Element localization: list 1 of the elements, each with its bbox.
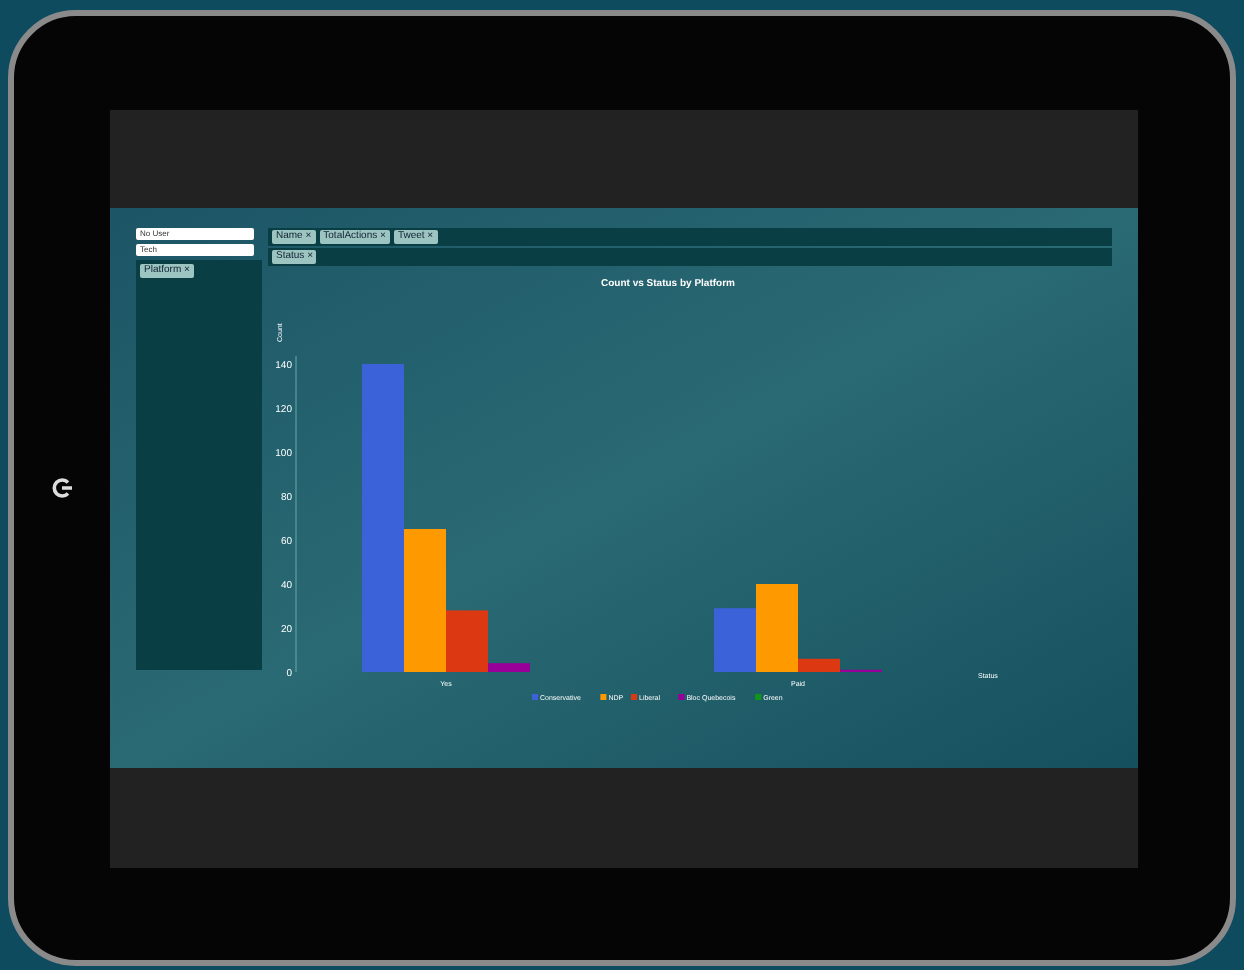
power-icon[interactable] xyxy=(50,476,74,500)
